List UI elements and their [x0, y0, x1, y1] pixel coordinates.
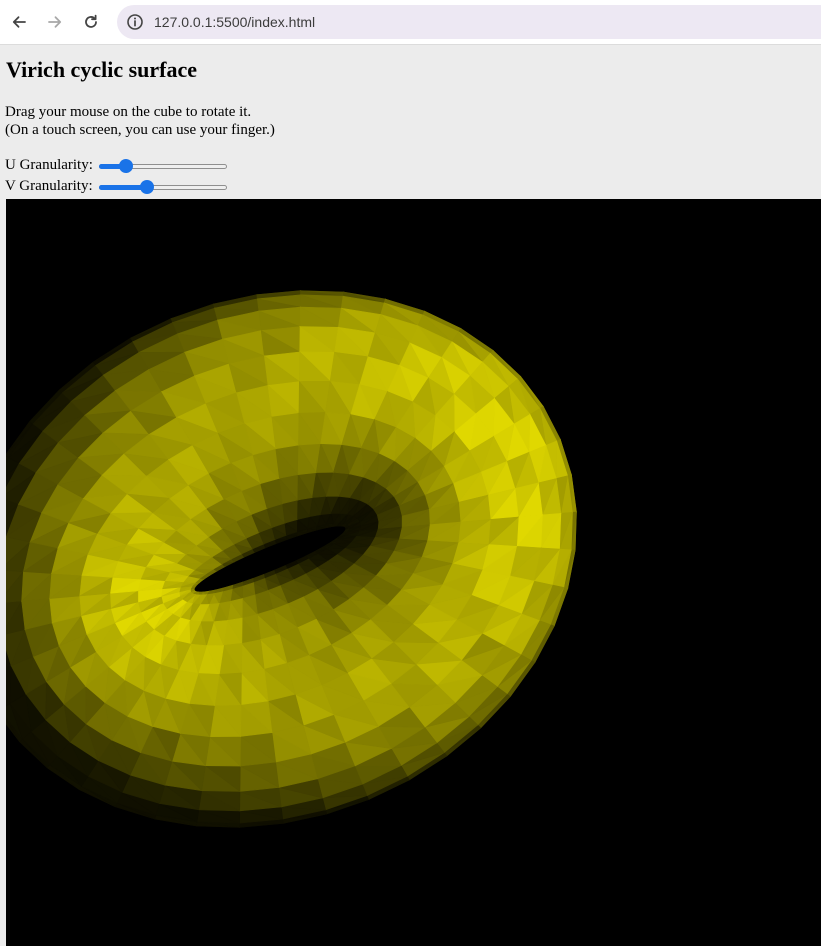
surface-facet: [263, 543, 277, 549]
surface-facet: [242, 578, 254, 583]
surface-facet: [286, 535, 298, 540]
surface-facet: [256, 290, 301, 296]
v-granularity-control: V Granularity:: [5, 176, 227, 197]
reload-icon: [85, 14, 97, 28]
info-icon[interactable]: [126, 13, 144, 31]
page-content: Virich cyclic surface Drag your mouse on…: [0, 45, 821, 946]
u-granularity-slider[interactable]: [98, 158, 227, 174]
surface-facet: [274, 539, 288, 544]
v-granularity-label: V Granularity:: [5, 178, 93, 194]
webgl-canvas[interactable]: [6, 199, 821, 946]
u-granularity-control: U Granularity:: [5, 155, 227, 176]
page-title: Virich cyclic surface: [6, 57, 197, 82]
forward-button[interactable]: [43, 10, 67, 34]
surface-facet: [274, 565, 288, 571]
cyclic-surface-render: [6, 290, 577, 828]
u-granularity-label: U Granularity:: [5, 157, 93, 173]
browser-toolbar: 127.0.0.1:5500/index.html: [0, 0, 821, 45]
surface-facet: [297, 531, 308, 537]
surface-facet: [239, 822, 284, 828]
url-text[interactable]: 127.0.0.1:5500/index.html: [154, 13, 315, 31]
surface-facet: [232, 581, 243, 587]
surface-facet: [263, 569, 277, 575]
address-bar[interactable]: 127.0.0.1:5500/index.html: [117, 5, 821, 39]
reload-button[interactable]: [79, 10, 103, 34]
arrow-right-icon: [48, 16, 62, 28]
surface-facet: [252, 574, 266, 579]
slider-thumb[interactable]: [139, 179, 154, 194]
back-button[interactable]: [7, 10, 31, 34]
surface-facet: [252, 547, 266, 553]
touch-instruction-text: (On a touch screen, you can use your fin…: [5, 122, 275, 138]
v-granularity-slider[interactable]: [98, 179, 227, 195]
arrow-left-icon: [12, 16, 26, 28]
instruction-text: Drag your mouse on the cube to rotate it…: [5, 104, 252, 120]
slider-thumb[interactable]: [119, 158, 134, 173]
